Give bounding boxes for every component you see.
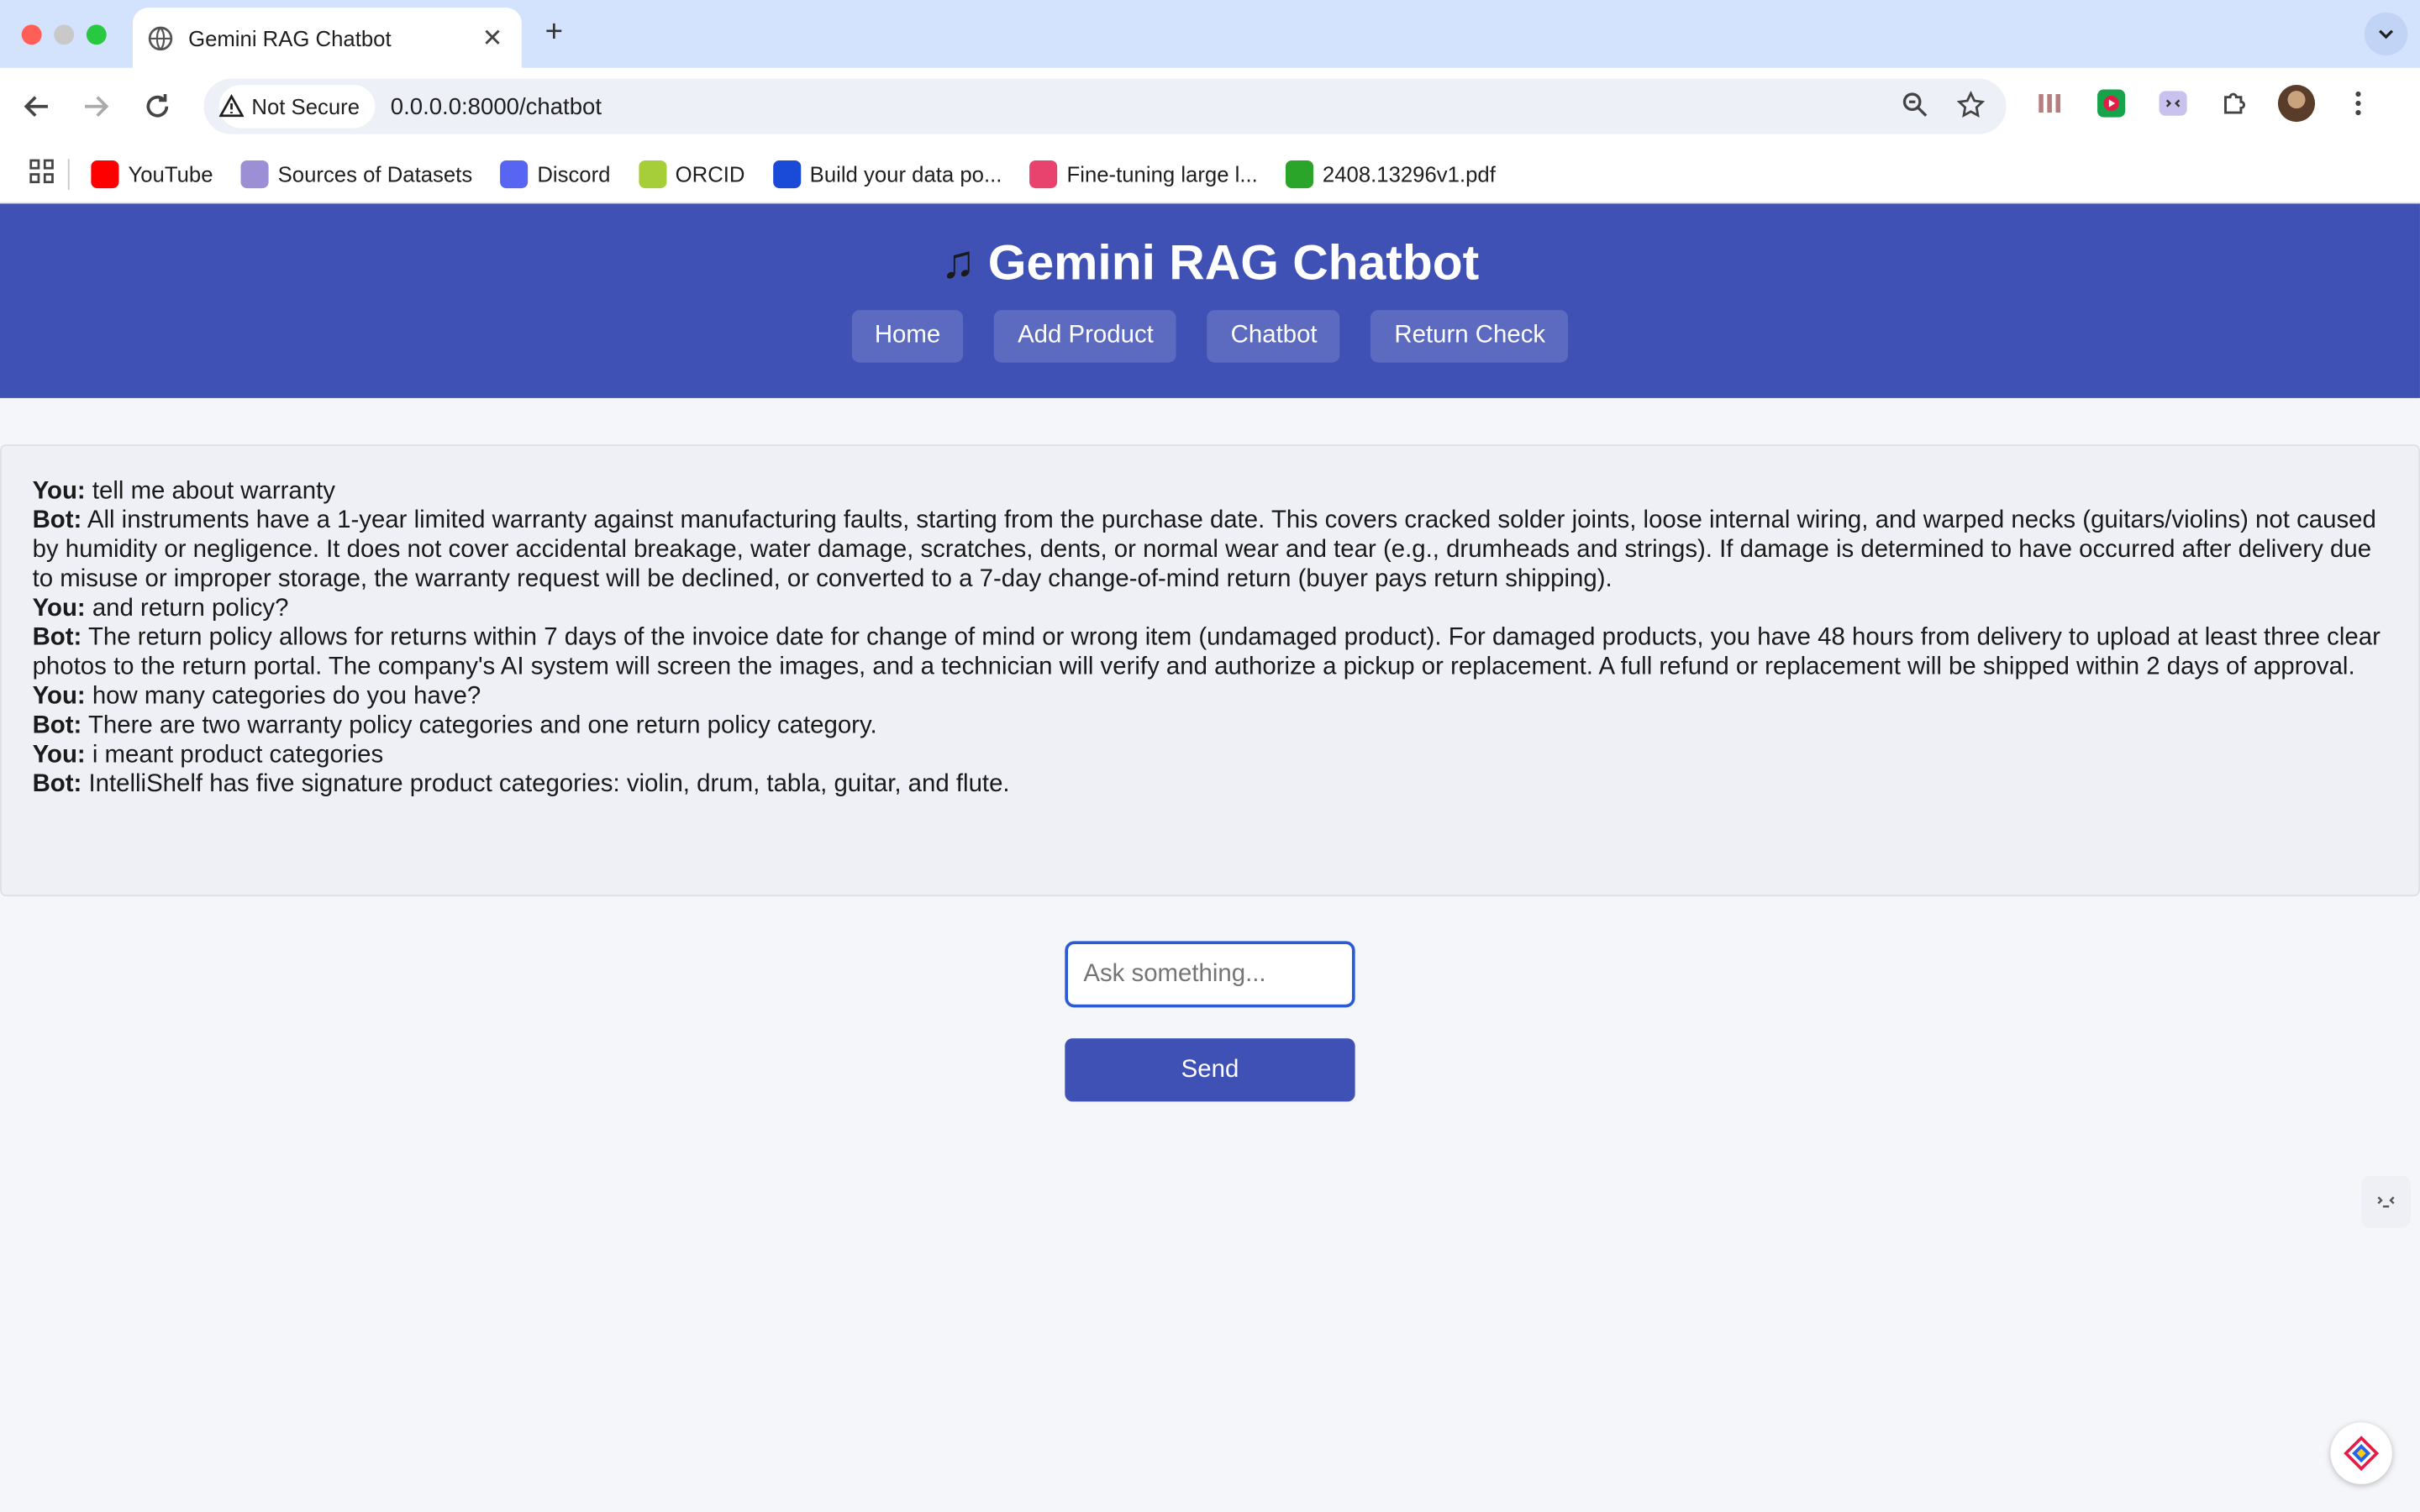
bookmark-item[interactable]: Sources of Datasets: [240, 160, 473, 188]
bookmark-label: ORCID: [675, 160, 745, 186]
chat-message: Bot: IntelliShelf has five signature pro…: [33, 770, 2388, 800]
globe-icon: [240, 160, 269, 188]
chat-message: You: and return policy?: [33, 594, 2388, 623]
bookmark-item[interactable]: Discord: [500, 160, 611, 188]
bookmark-label: Fine-tuning large l...: [1066, 160, 1258, 186]
puzzle-icon[interactable]: [2217, 85, 2254, 122]
message-text: IntelliShelf has five signature product …: [82, 771, 1010, 798]
page-title: ♫ Gemini RAG Chatbot: [0, 234, 2420, 291]
chat-log: You: tell me about warranty Bot: All inst…: [0, 444, 2420, 897]
extension-record-icon[interactable]: [2093, 85, 2130, 122]
page-title-text: Gemini RAG Chatbot: [987, 234, 1480, 291]
extension-bars-icon[interactable]: [2031, 85, 2068, 122]
zoom-icon[interactable]: [1902, 91, 1929, 118]
bookmark-label: 2408.13296v1.pdf: [1322, 160, 1496, 186]
profile-avatar[interactable]: [2277, 85, 2316, 123]
message-sender: Bot:: [32, 624, 82, 652]
message-sender: You:: [32, 683, 86, 710]
browser-tab-strip: Gemini RAG Chatbot ✕ +: [0, 0, 2420, 68]
arrow-left-icon: [24, 96, 48, 118]
address-bar[interactable]: Not Secure 0.0.0.0:8000/chatbot: [203, 78, 2007, 134]
window-controls: [21, 24, 107, 45]
more-menu-icon[interactable]: [2339, 85, 2376, 122]
apps-grid-icon[interactable]: [28, 157, 55, 190]
discord-icon: [500, 160, 529, 188]
extension-face-icon[interactable]: [2154, 85, 2191, 122]
bookmark-item[interactable]: 2408.13296v1.pdf: [1285, 160, 1496, 188]
music-note-icon: ♫: [940, 236, 976, 288]
security-label: Not Secure: [251, 94, 360, 119]
message-text: how many categories do you have?: [85, 683, 481, 710]
bookmark-item[interactable]: Fine-tuning large l...: [1029, 160, 1258, 188]
message-text: The return policy allows for returns wit…: [32, 624, 2381, 680]
tab-search-button[interactable]: [2364, 12, 2408, 56]
chat-input[interactable]: [1065, 941, 1355, 1008]
browser-toolbar: Not Secure 0.0.0.0:8000/chatbot: [0, 67, 2420, 145]
site-header: ♫ Gemini RAG Chatbot Home Add Product Ch…: [0, 203, 2420, 398]
assistant-widget-icon[interactable]: [2330, 1422, 2392, 1484]
d-icon: [772, 160, 801, 188]
security-indicator[interactable]: Not Secure: [218, 85, 376, 129]
close-tab-icon[interactable]: ✕: [478, 24, 506, 51]
bookmark-label: Discord: [537, 160, 611, 186]
bookmarks-separator: [67, 158, 70, 189]
url-text[interactable]: 0.0.0.0:8000/chatbot: [391, 93, 602, 119]
nav-chatbot[interactable]: Chatbot: [1207, 310, 1341, 363]
message-text: i meant product categories: [85, 742, 384, 769]
bookmark-item[interactable]: ORCID: [638, 160, 745, 188]
message-text: tell me about warranty: [85, 478, 335, 505]
message-text: There are two warranty policy categories…: [82, 712, 877, 739]
nav-home[interactable]: Home: [851, 310, 964, 363]
chevron-down-icon: [2379, 29, 2394, 39]
message-sender: You:: [32, 595, 86, 622]
bookmark-item[interactable]: Build your data po...: [772, 160, 1002, 188]
chat-message: You: how many categories do you have?: [33, 682, 2388, 711]
site-nav: Home Add Product Chatbot Return Check: [0, 310, 2420, 363]
bookmark-label: Sources of Datasets: [277, 160, 473, 186]
maximize-window-button[interactable]: [86, 24, 107, 45]
bookmark-label: YouTube: [128, 160, 213, 186]
reload-icon: [146, 94, 169, 118]
back-button[interactable]: [15, 85, 58, 128]
chat-message: You: i meant product categories: [33, 741, 2388, 770]
chat-message: Bot: The return policy allows for return…: [33, 623, 2388, 682]
minimize-window-button[interactable]: [54, 24, 75, 45]
new-tab-button[interactable]: +: [537, 15, 571, 49]
message-sender: Bot:: [32, 771, 82, 798]
nav-add-product[interactable]: Add Product: [994, 310, 1177, 363]
send-button[interactable]: Send: [1065, 1038, 1355, 1102]
bookmarks-bar: YouTube Sources of Datasets Discord ORCID Bu…: [0, 144, 2420, 204]
message-sender: Bot:: [32, 507, 82, 534]
nav-return-check[interactable]: Return Check: [1370, 310, 1569, 363]
extension-sidebar-icon[interactable]: [2361, 1175, 2411, 1229]
warning-icon: [218, 94, 245, 118]
chat-message: Bot: There are two warranty policy categ…: [33, 711, 2388, 741]
youtube-icon: [91, 160, 119, 188]
message-text: and return policy?: [85, 595, 289, 622]
message-sender: Bot:: [32, 712, 82, 739]
reload-button[interactable]: [136, 85, 179, 128]
globe-icon: [148, 25, 173, 50]
forward-button[interactable]: [74, 85, 117, 128]
chat-message: You: tell me about warranty: [33, 477, 2388, 507]
tab-title: Gemini RAG Chatbot: [188, 25, 392, 50]
s-icon: [1029, 160, 1058, 188]
close-window-button[interactable]: [21, 24, 42, 45]
chat-message: Bot: All instruments have a 1-year limit…: [33, 506, 2388, 594]
browser-tab[interactable]: Gemini RAG Chatbot ✕: [132, 8, 522, 68]
message-text: All instruments have a 1-year limited wa…: [32, 507, 2376, 593]
message-sender: You:: [32, 478, 86, 505]
message-sender: You:: [32, 742, 86, 769]
bookmark-item[interactable]: YouTube: [91, 160, 213, 188]
smiley-icon: [1285, 160, 1313, 188]
chat-form: Send: [1065, 941, 1355, 1102]
arrow-right-icon: [85, 96, 109, 118]
orcid-icon: [638, 160, 666, 188]
star-icon[interactable]: [1956, 91, 1985, 118]
bookmark-label: Build your data po...: [809, 160, 1002, 186]
